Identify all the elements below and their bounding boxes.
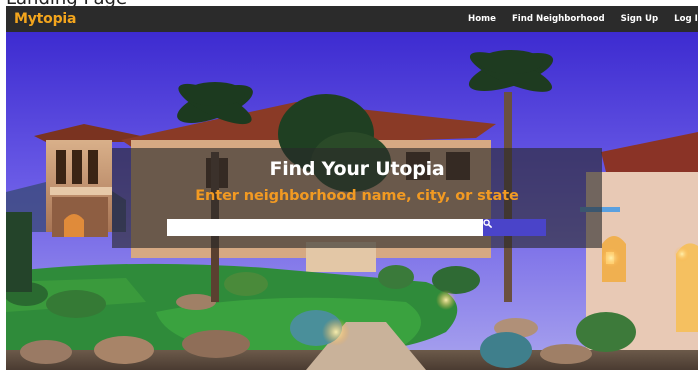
website-frame: Mytopia Home Find Neighborhood Sign Up L…: [6, 6, 698, 370]
nav-find-neighborhood-link[interactable]: Find Neighborhood: [512, 14, 605, 24]
nav-links: Home Find Neighborhood Sign Up Log In: [452, 6, 698, 32]
search-panel: Find Your Utopia Enter neighborhood name…: [112, 148, 602, 248]
nav-log-in-link[interactable]: Log In: [674, 14, 698, 24]
navbar: Mytopia Home Find Neighborhood Sign Up L…: [6, 6, 698, 32]
search-button[interactable]: [483, 219, 546, 236]
nav-home-link[interactable]: Home: [468, 14, 496, 24]
brand-logo[interactable]: Mytopia: [14, 11, 76, 27]
search-icon: [483, 219, 492, 228]
nav-sign-up-link[interactable]: Sign Up: [621, 14, 659, 24]
hero-headline: Find Your Utopia: [269, 158, 445, 180]
neighborhood-search-input[interactable]: [167, 219, 483, 236]
hero-subheadline: Enter neighborhood name, city, or state: [195, 188, 519, 204]
hero-section: Find Your Utopia Enter neighborhood name…: [6, 32, 698, 370]
